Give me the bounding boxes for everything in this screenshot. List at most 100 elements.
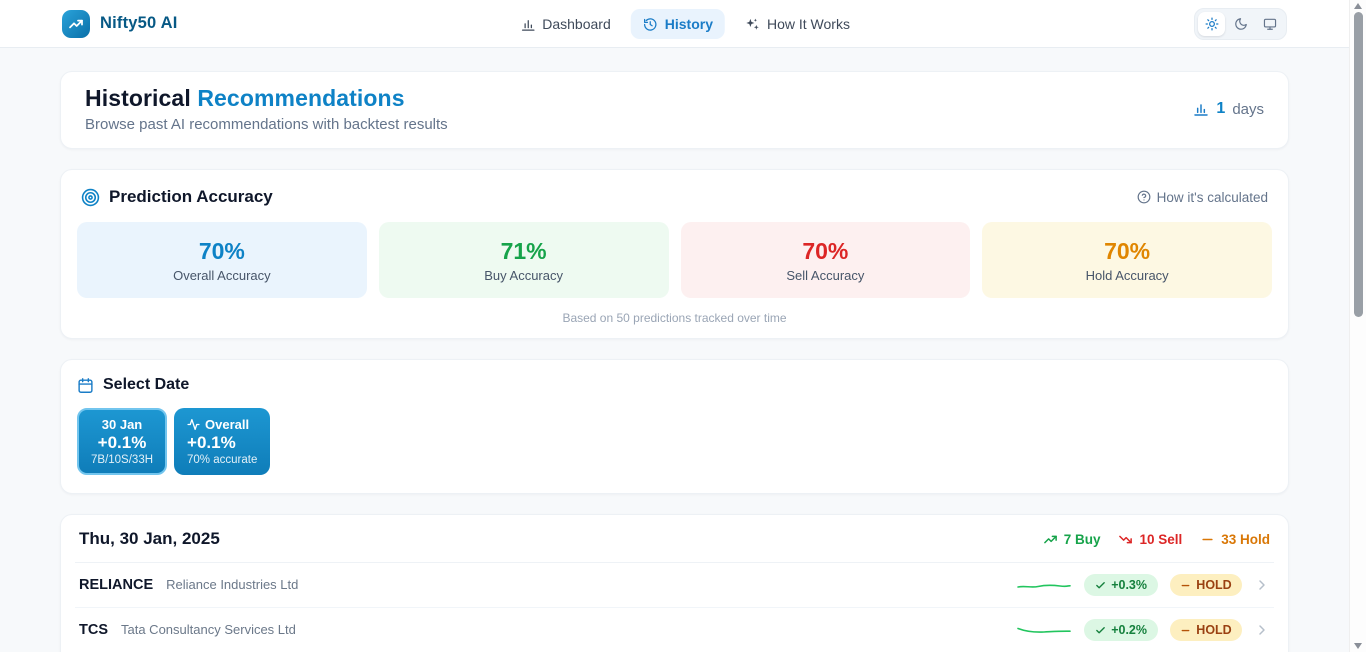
day-counts: 7 Buy 10 Sell 33 Hold: [1043, 532, 1270, 547]
chip-date: 30 Jan: [101, 417, 143, 432]
stock-metrics: +0.2% HOLD: [1016, 619, 1270, 641]
bar-chart-icon: [520, 17, 535, 32]
scrollbar-down-arrow[interactable]: [1354, 643, 1362, 649]
moon-icon: [1234, 17, 1248, 31]
nav-item-history[interactable]: History: [630, 9, 725, 39]
date-chips-row: 30 Jan +0.1% 7B/10S/33H Overall +0.1% 70…: [77, 408, 1272, 475]
action-label: HOLD: [1196, 623, 1232, 637]
day-header: Thu, 30 Jan, 2025 7 Buy 10 Sell 33 Hold: [75, 515, 1274, 563]
vertical-scrollbar[interactable]: [1349, 0, 1366, 652]
monitor-icon: [1263, 17, 1277, 31]
sell-count: 10 Sell: [1118, 532, 1182, 547]
theme-dark-button[interactable]: [1227, 12, 1254, 36]
stat-buy-accuracy: 71% Buy Accuracy: [378, 222, 669, 298]
activity-icon: [187, 418, 200, 431]
how-its-calculated-link[interactable]: How it's calculated: [1137, 190, 1268, 205]
buy-count: 7 Buy: [1043, 531, 1101, 547]
nav-label: How It Works: [766, 16, 850, 32]
help-circle-icon: [1137, 190, 1151, 204]
days-badge: 1 days: [1193, 100, 1264, 118]
theme-toggle: [1194, 7, 1287, 40]
days-label: days: [1232, 100, 1264, 118]
accuracy-header: Prediction Accuracy How it's calculated: [77, 187, 1272, 207]
check-icon: [1095, 580, 1106, 591]
chip-change: +0.1%: [97, 433, 147, 452]
navbar: Nifty50 AI Dashboard History How It Work…: [0, 0, 1349, 48]
stock-name: Tata Consultancy Services Ltd: [121, 622, 296, 637]
select-date-title: Select Date: [103, 376, 190, 393]
stock-symbol: TCS: [79, 622, 108, 638]
accuracy-title: Prediction Accuracy: [109, 187, 273, 206]
scrollbar-thumb[interactable]: [1353, 12, 1363, 317]
date-chip-30-jan[interactable]: 30 Jan +0.1% 7B/10S/33H: [77, 408, 168, 475]
stock-row-tcs[interactable]: TCS Tata Consultancy Services Ltd +0.2%: [75, 608, 1274, 652]
select-date-card: Select Date 30 Jan +0.1% 7B/10S/33H Over…: [60, 359, 1289, 494]
scrollbar-up-arrow[interactable]: [1354, 3, 1362, 9]
trending-up-icon: [68, 16, 84, 32]
page-header-text: Historical Recommendations Browse past A…: [85, 85, 448, 133]
sparkles-icon: [745, 17, 760, 32]
check-icon: [1095, 625, 1106, 636]
stat-label: Overall Accuracy: [173, 267, 271, 283]
target-icon: [81, 188, 100, 207]
chip-detail: 70% accurate: [187, 454, 258, 466]
date-chip-overall[interactable]: Overall +0.1% 70% accurate: [174, 408, 271, 475]
sparkline: [1017, 584, 1072, 588]
nav-label: History: [664, 16, 713, 32]
calendar-icon: [77, 377, 94, 394]
stat-value: 70%: [1104, 237, 1151, 264]
action-pill: HOLD: [1170, 619, 1242, 641]
sparkline: [1017, 627, 1072, 633]
theme-light-button[interactable]: [1198, 11, 1225, 36]
sun-icon: [1205, 17, 1219, 31]
change-pill: +0.2%: [1084, 619, 1158, 641]
history-icon: [643, 17, 658, 32]
minus-icon: [1180, 625, 1191, 636]
brand-name: Nifty50 AI: [100, 14, 178, 32]
hold-count-label: 33 Hold: [1221, 531, 1270, 547]
sell-count-label: 10 Sell: [1139, 531, 1183, 547]
page-title-part2: Recommendations: [197, 85, 405, 111]
brand-logo: [62, 9, 90, 38]
nav-item-dashboard[interactable]: Dashboard: [508, 9, 623, 39]
main-content: Historical Recommendations Browse past A…: [0, 48, 1349, 652]
change-value: +0.3%: [1111, 578, 1147, 592]
brand[interactable]: Nifty50 AI: [62, 9, 178, 38]
prediction-accuracy-card: Prediction Accuracy How it's calculated …: [60, 169, 1289, 339]
minus-icon: [1200, 532, 1215, 547]
hold-count: 33 Hold: [1200, 532, 1270, 547]
minus-icon: [1180, 580, 1191, 591]
stock-name: Reliance Industries Ltd: [166, 577, 299, 592]
chip-detail: 7B/10S/33H: [91, 454, 154, 466]
page-header-card: Historical Recommendations Browse past A…: [60, 71, 1289, 149]
nav-item-how-it-works[interactable]: How It Works: [733, 9, 862, 39]
stat-value: 70%: [198, 237, 245, 264]
stat-label: Hold Accuracy: [1085, 267, 1169, 283]
accuracy-footnote: Based on 50 predictions tracked over tim…: [562, 311, 787, 325]
theme-system-button[interactable]: [1256, 12, 1283, 36]
how-link-label: How it's calculated: [1156, 189, 1268, 205]
stock-row-reliance[interactable]: RELIANCE Reliance Industries Ltd +0.3% H…: [75, 563, 1274, 608]
days-value: 1: [1216, 100, 1226, 117]
stock-info: RELIANCE Reliance Industries Ltd: [79, 577, 298, 593]
accuracy-stats-row: 70% Overall Accuracy 71% Buy Accuracy 70…: [77, 222, 1272, 298]
select-date-title-group: Select Date: [77, 376, 1272, 394]
stock-metrics: +0.3% HOLD: [1016, 574, 1270, 596]
stat-sell-accuracy: 70% Sell Accuracy: [680, 222, 971, 298]
stock-symbol: RELIANCE: [79, 577, 154, 593]
recommendations-card: Thu, 30 Jan, 2025 7 Buy 10 Sell 33 Hold …: [60, 514, 1289, 652]
chevron-right-icon[interactable]: [1254, 577, 1270, 593]
chip-change: +0.1%: [187, 433, 236, 452]
bar-chart-icon: [1193, 101, 1209, 117]
stat-overall-accuracy: 70% Overall Accuracy: [77, 222, 367, 298]
page-title: Historical Recommendations: [85, 85, 448, 112]
change-value: +0.2%: [1111, 623, 1147, 637]
chip-title-group: Overall: [187, 417, 257, 432]
app-viewport: Nifty50 AI Dashboard History How It Work…: [0, 0, 1349, 652]
stat-label: Sell Accuracy: [786, 267, 865, 283]
buy-count-label: 7 Buy: [1063, 531, 1101, 547]
nav-label: Dashboard: [542, 16, 611, 32]
chevron-right-icon[interactable]: [1254, 622, 1270, 638]
change-pill: +0.3%: [1084, 574, 1158, 596]
accuracy-title-group: Prediction Accuracy: [81, 187, 273, 207]
